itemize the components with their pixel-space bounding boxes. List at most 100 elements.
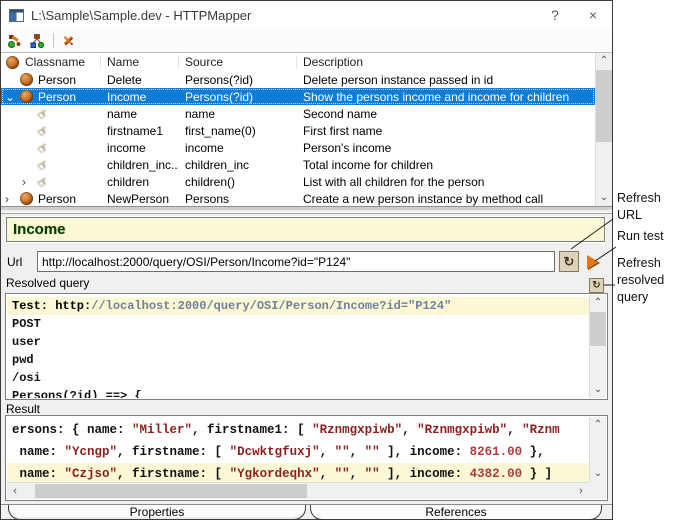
toolbar: ✕ — [1, 29, 612, 52]
result-vertical-scrollbar[interactable]: ⌃ ⌄ — [589, 417, 606, 482]
cell-name: Income — [101, 90, 179, 104]
result-box: ersons: { name: "Miller", firstname1: [ … — [5, 415, 608, 501]
code-line: Persons(?id) ==> { — [12, 387, 589, 398]
table-header: Classname Name Source Description — [1, 53, 595, 71]
resolved-query-box: Test: http://localhost:2000/query/OSI/Pe… — [5, 293, 608, 400]
attribute-hand-icon: ☞ — [34, 107, 53, 120]
code-line: POST — [12, 315, 589, 333]
code-line: /osi — [12, 369, 589, 387]
refresh-url-button[interactable]: ↻ — [559, 251, 579, 272]
play-icon — [587, 255, 599, 269]
column-header-source[interactable]: Source — [179, 55, 297, 69]
cell-source: name — [179, 107, 297, 121]
table-row[interactable]: ☞incomeincomePerson's income — [1, 139, 595, 156]
annotation-run-test: Run test — [617, 228, 674, 245]
pane-divider — [1, 206, 612, 213]
refresh-resolved-query-button[interactable]: ↻ — [589, 278, 604, 293]
cell-source: children_inc — [179, 158, 297, 172]
scroll-up-icon[interactable]: ⌃ — [590, 417, 606, 433]
result-horizontal-scrollbar[interactable]: ‹ › — [7, 482, 589, 499]
tab-references[interactable]: References — [310, 505, 602, 520]
code-line: ersons: { name: "Miller", firstname1: [ … — [12, 419, 589, 441]
cell-description: First first name — [297, 124, 595, 138]
table-row[interactable]: ›☞childrenchildren()List with all childr… — [1, 173, 595, 190]
scrollbar-corner — [589, 482, 606, 499]
cell-description: Delete person instance passed in id — [297, 73, 595, 87]
scrollbar-thumb[interactable] — [596, 70, 612, 142]
attribute-hand-icon: ☞ — [34, 175, 53, 188]
table-row[interactable]: › Person NewPersonPersonsCreate a new pers… — [1, 190, 595, 206]
scroll-right-icon[interactable]: › — [573, 483, 589, 499]
scroll-down-icon[interactable]: ⌄ — [590, 466, 606, 482]
refresh-icon: ↻ — [564, 254, 575, 270]
cell-description: List with all children for the person — [297, 175, 595, 189]
table-vertical-scrollbar[interactable]: ⌃ ⌄ — [595, 53, 612, 206]
delete-mapping-icon[interactable]: ✕ — [58, 32, 78, 50]
cell-name: Delete — [101, 73, 179, 87]
resolved-query-text: Test: http://localhost:2000/query/OSI/Pe… — [7, 295, 589, 398]
cell-name: name — [101, 107, 179, 121]
scroll-down-icon[interactable]: ⌄ — [596, 190, 612, 206]
tab-properties[interactable]: Properties — [8, 505, 306, 520]
column-header-description[interactable]: Description — [297, 55, 595, 69]
url-input[interactable] — [37, 251, 555, 272]
cell-description: Create a new person instance by method c… — [297, 192, 595, 206]
annotation-refresh-resolved-query: Refreshresolvedquery — [617, 255, 674, 306]
column-header-classname[interactable]: Classname — [25, 55, 85, 69]
cell-classname: Person — [38, 192, 76, 206]
column-header-name[interactable]: Name — [101, 55, 179, 69]
cell-name: NewPerson — [101, 192, 179, 206]
scroll-down-icon[interactable]: ⌄ — [590, 382, 606, 398]
code-line: name: "Ycngp", firstname: [ "Dcwktgfuxj"… — [12, 441, 589, 463]
app-icon — [9, 9, 24, 22]
resolved-query-vertical-scrollbar[interactable]: ⌃ ⌄ — [589, 295, 606, 398]
table-row[interactable]: ☞ firstname1first_name(0)First first name — [1, 122, 595, 139]
url-label: Url — [7, 255, 22, 269]
scrollbar-thumb[interactable] — [35, 484, 307, 498]
help-button[interactable]: ? — [536, 1, 574, 29]
cell-description: Second name — [297, 107, 595, 121]
table-body: Person DeletePersons(?id)Delete person in… — [1, 71, 595, 206]
scroll-up-icon[interactable]: ⌃ — [596, 53, 612, 69]
resolved-query-label: Resolved query — [6, 276, 89, 290]
code-line: pwd — [12, 351, 589, 369]
cell-description: Total income for children — [297, 158, 595, 172]
selected-method-banner: Income — [6, 217, 605, 242]
run-test-button[interactable] — [583, 251, 603, 272]
window-title: L:\Sample\Sample.dev - HTTPMapper — [31, 8, 536, 23]
cell-description: Person's income — [297, 141, 595, 155]
scrollbar-thumb[interactable] — [590, 312, 606, 346]
cell-source: Persons — [179, 192, 297, 206]
code-line: Test: http://localhost:2000/query/OSI/Pe… — [12, 297, 589, 315]
class-icon — [6, 56, 19, 69]
title-bar: L:\Sample\Sample.dev - HTTPMapper ? × — [1, 1, 612, 29]
annotation-refresh-url: RefreshURL — [617, 190, 674, 224]
cell-source: Persons(?id) — [179, 90, 297, 104]
chevron-right-icon[interactable]: › — [5, 194, 20, 204]
class-icon — [20, 192, 33, 205]
selected-method-title: Income — [13, 221, 66, 238]
add-mapping-icon[interactable] — [5, 32, 25, 50]
scroll-up-icon[interactable]: ⌃ — [590, 295, 606, 311]
cell-description: Show the persons income and income for c… — [297, 90, 595, 104]
result-text: ersons: { name: "Miller", firstname1: [ … — [7, 417, 589, 482]
attribute-hand-icon: ☞ — [34, 158, 53, 171]
cell-name: income — [101, 141, 179, 155]
table-row[interactable]: ⌄PersonIncomePersons(?id)Show the person… — [1, 88, 595, 105]
attribute-hand-icon: ☞ — [34, 124, 53, 137]
table-row[interactable]: ☞namenameSecond name — [1, 105, 595, 122]
httpmapper-window: L:\Sample\Sample.dev - HTTPMapper ? × ✕ — [0, 0, 613, 520]
mapping-tree-icon[interactable] — [27, 32, 47, 50]
attribute-hand-icon: ☞ — [34, 141, 53, 154]
chevron-down-icon[interactable]: ⌄ — [5, 92, 20, 102]
result-label: Result — [6, 402, 40, 416]
close-button[interactable]: × — [574, 1, 612, 29]
toolbar-separator — [53, 33, 54, 48]
bottom-tabs: Properties References — [1, 504, 612, 520]
cell-name: firstname1 — [101, 124, 179, 138]
table-row[interactable]: PersonDeletePersons(?id)Delete person in… — [1, 71, 595, 88]
scroll-left-icon[interactable]: ‹ — [7, 483, 23, 499]
cell-source: first_name(0) — [179, 124, 297, 138]
table-row[interactable]: ☞children_inc...children_incTotal income… — [1, 156, 595, 173]
code-line: name: "Czjso", firstname: [ "Ygkordeqhx"… — [12, 463, 589, 482]
